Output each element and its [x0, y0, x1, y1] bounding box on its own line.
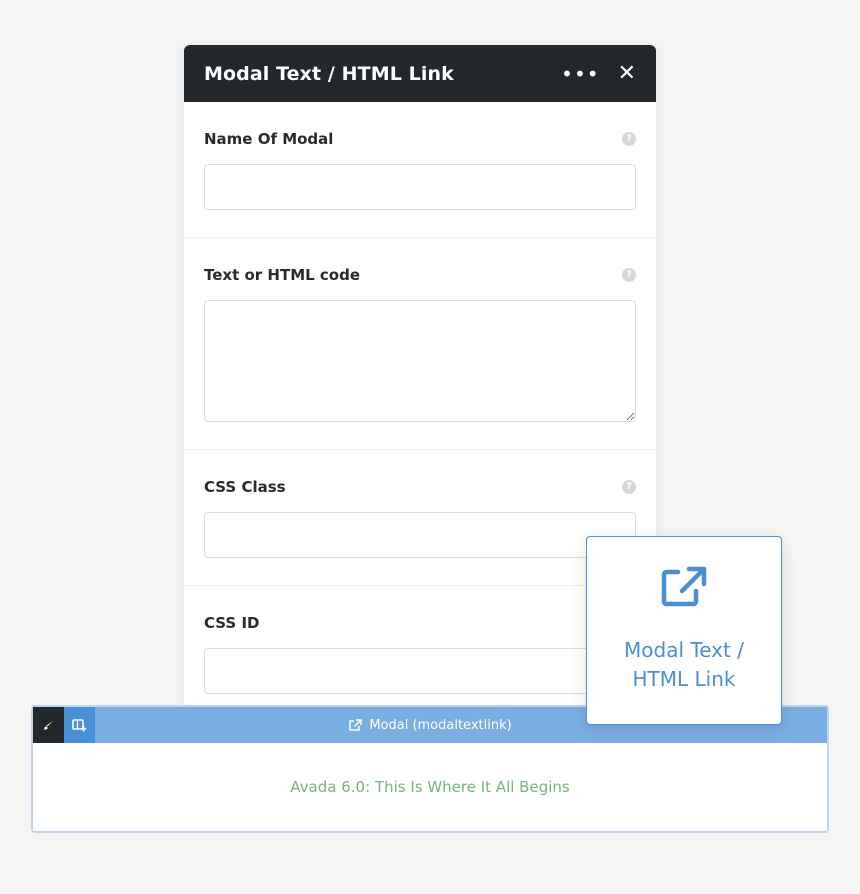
more-options-button[interactable]: •••	[561, 64, 599, 84]
css-id-input[interactable]	[204, 648, 636, 694]
css-class-input[interactable]	[204, 512, 636, 558]
modal-title: Modal Text / HTML Link	[204, 62, 454, 85]
edit-element-button[interactable]	[33, 707, 64, 743]
external-link-icon	[349, 718, 363, 731]
element-content: Avada 6.0: This Is Where It All Begins	[33, 743, 827, 831]
add-layout-icon	[72, 718, 87, 731]
element-bar-label: Modal (modaltextlink)	[348, 717, 512, 733]
element-card[interactable]: Modal Text / HTML Link	[586, 536, 782, 725]
help-icon[interactable]: ?	[622, 268, 636, 282]
help-icon[interactable]: ?	[622, 480, 636, 494]
field-label: Name Of Modal	[204, 130, 334, 148]
field-label-row: Text or HTML code ?	[204, 266, 636, 284]
add-element-button[interactable]	[64, 707, 95, 743]
field-label: CSS ID	[204, 614, 260, 632]
name-of-modal-input[interactable]	[204, 164, 636, 210]
field-label-row: CSS ID	[204, 614, 636, 632]
element-bar-text: Modal (modaltextlink)	[369, 717, 512, 733]
field-label: CSS Class	[204, 478, 286, 496]
field-label-row: Name Of Modal ?	[204, 130, 636, 148]
help-icon[interactable]: ?	[622, 132, 636, 146]
element-card-label: Modal Text / HTML Link	[624, 638, 744, 691]
field-label: Text or HTML code	[204, 266, 361, 284]
brush-icon	[44, 720, 54, 730]
element-content-text: Avada 6.0: This Is Where It All Begins	[290, 778, 570, 796]
close-button[interactable]: ✕	[618, 62, 636, 85]
field-label-row: CSS Class ?	[204, 478, 636, 496]
field-text-or-html: Text or HTML code ?	[184, 238, 656, 450]
external-link-icon	[661, 566, 707, 607]
element-tools	[33, 707, 95, 743]
text-or-html-textarea[interactable]	[204, 300, 636, 422]
modal-header: Modal Text / HTML Link ••• ✕	[184, 45, 656, 102]
field-name-of-modal: Name Of Modal ?	[184, 102, 656, 238]
